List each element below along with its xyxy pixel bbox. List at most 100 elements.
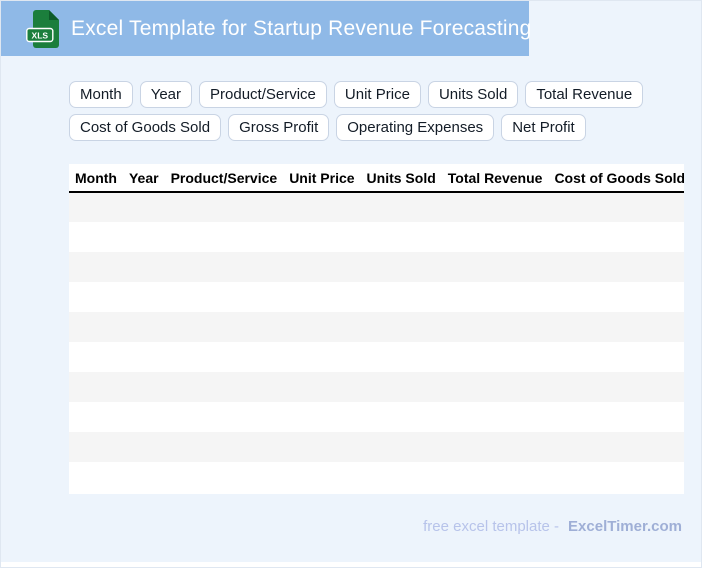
empty-cell xyxy=(123,372,165,402)
header-banner: XLS Excel Template for Startup Revenue F… xyxy=(1,1,532,56)
empty-cell xyxy=(283,252,360,282)
empty-cell xyxy=(283,342,360,372)
table-row xyxy=(69,432,684,462)
column-header-cost-of-goods-sold: Cost of Goods Sold xyxy=(548,164,684,193)
empty-cell xyxy=(283,312,360,342)
empty-cell xyxy=(442,222,549,252)
empty-cell xyxy=(361,462,442,492)
page-background: XLS Excel Template for Startup Revenue F… xyxy=(1,1,701,562)
table-row xyxy=(69,312,684,342)
empty-cell xyxy=(548,252,684,282)
empty-cell xyxy=(69,462,123,492)
empty-cell xyxy=(165,462,284,492)
empty-cell xyxy=(442,312,549,342)
empty-cell xyxy=(165,222,284,252)
empty-cell xyxy=(548,312,684,342)
empty-cell xyxy=(283,402,360,432)
table-row xyxy=(69,372,684,402)
empty-cell xyxy=(165,342,284,372)
empty-cell xyxy=(361,342,442,372)
empty-cell xyxy=(361,312,442,342)
empty-cell xyxy=(165,192,284,222)
xls-icon-label: XLS xyxy=(32,30,49,40)
empty-cell xyxy=(361,282,442,312)
column-header-total-revenue: Total Revenue xyxy=(441,164,549,193)
empty-cell xyxy=(123,312,165,342)
empty-cell xyxy=(548,432,684,462)
empty-cell xyxy=(361,432,442,462)
forecast-table-container: Month Year Product/Service Unit Price Units … xyxy=(69,164,684,494)
empty-cell xyxy=(442,462,549,492)
empty-cell xyxy=(165,432,284,462)
empty-cell xyxy=(442,252,549,282)
empty-cell xyxy=(283,282,360,312)
chip-gross-profit[interactable]: Gross Profit xyxy=(228,114,330,141)
table-row xyxy=(69,402,684,432)
chip-operating-expenses[interactable]: Operating Expenses xyxy=(336,114,495,141)
empty-cell xyxy=(123,282,165,312)
footer: free excel template - ExcelTimer.com xyxy=(423,518,682,535)
empty-cell xyxy=(548,192,684,222)
empty-cell xyxy=(283,222,360,252)
table-row xyxy=(69,462,684,492)
empty-cell xyxy=(69,312,123,342)
chip-net-profit[interactable]: Net Profit xyxy=(501,114,586,141)
chip-year[interactable]: Year xyxy=(139,81,193,108)
table-row xyxy=(69,282,684,312)
table-row xyxy=(69,342,684,372)
forecast-table: Month Year Product/Service Unit Price Units … xyxy=(69,164,684,492)
empty-cell xyxy=(548,402,684,432)
empty-cell xyxy=(442,342,549,372)
footer-brand-link[interactable]: ExcelTimer.com xyxy=(568,518,682,535)
empty-cell xyxy=(123,252,165,282)
chip-units-sold[interactable]: Units Sold xyxy=(427,81,519,108)
empty-cell xyxy=(442,282,549,312)
empty-cell xyxy=(123,222,165,252)
empty-cell xyxy=(69,372,123,402)
empty-cell xyxy=(361,252,442,282)
empty-cell xyxy=(69,252,123,282)
empty-cell xyxy=(442,372,549,402)
empty-cell xyxy=(123,342,165,372)
forecast-table-head: Month Year Product/Service Unit Price Units … xyxy=(69,164,684,193)
empty-cell xyxy=(548,342,684,372)
empty-cell xyxy=(548,462,684,492)
chip-total-revenue[interactable]: Total Revenue xyxy=(525,81,644,108)
empty-cell xyxy=(123,402,165,432)
empty-cell xyxy=(165,402,284,432)
empty-cell xyxy=(442,192,549,222)
chip-month[interactable]: Month xyxy=(69,81,133,108)
empty-cell xyxy=(123,192,165,222)
empty-cell xyxy=(69,432,123,462)
column-header-product-service: Product/Service xyxy=(164,164,284,193)
xls-file-icon: XLS xyxy=(26,9,59,48)
empty-cell xyxy=(165,282,284,312)
column-header-month: Month xyxy=(69,164,123,193)
empty-cell xyxy=(69,342,123,372)
empty-cell xyxy=(548,282,684,312)
empty-cell xyxy=(69,282,123,312)
empty-cell xyxy=(69,222,123,252)
empty-cell xyxy=(361,402,442,432)
empty-cell xyxy=(165,252,284,282)
empty-cell xyxy=(283,432,360,462)
empty-cell xyxy=(442,432,549,462)
chip-cost-of-goods-sold[interactable]: Cost of Goods Sold xyxy=(69,114,222,141)
empty-cell xyxy=(361,222,442,252)
table-row xyxy=(69,222,684,252)
empty-cell xyxy=(361,192,442,222)
empty-cell xyxy=(283,192,360,222)
column-chip-list: Month Year Product/Service Unit Price Units … xyxy=(69,81,654,141)
forecast-table-body xyxy=(69,192,684,492)
table-row xyxy=(69,192,684,222)
empty-cell xyxy=(442,402,549,432)
empty-cell xyxy=(283,372,360,402)
column-header-units-sold: Units Sold xyxy=(360,164,442,193)
chip-product-service[interactable]: Product/Service xyxy=(199,81,327,108)
page-title: Excel Template for Startup Revenue Forec… xyxy=(71,16,532,40)
empty-cell xyxy=(69,402,123,432)
chip-unit-price[interactable]: Unit Price xyxy=(333,81,421,108)
empty-cell xyxy=(165,312,284,342)
empty-cell xyxy=(123,432,165,462)
empty-cell xyxy=(283,462,360,492)
